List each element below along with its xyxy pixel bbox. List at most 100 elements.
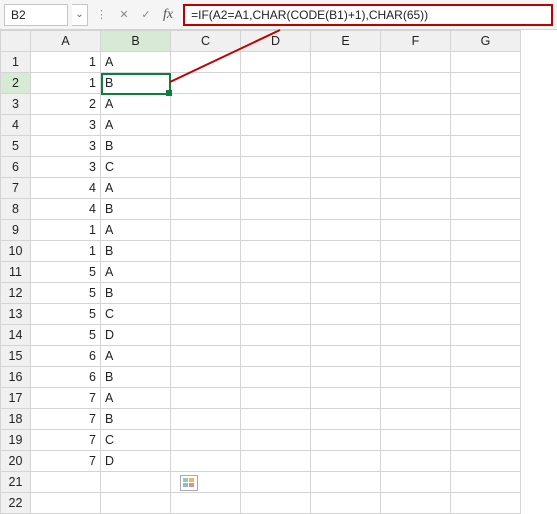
name-box[interactable]: B2 — [4, 4, 68, 26]
cell-B8[interactable]: B — [101, 199, 171, 220]
row-head-20[interactable]: 20 — [1, 451, 31, 472]
cell-B16[interactable]: B — [101, 367, 171, 388]
cell-A19[interactable]: 7 — [31, 430, 101, 451]
cell-G19[interactable] — [451, 430, 521, 451]
cell-G4[interactable] — [451, 115, 521, 136]
cell-C5[interactable] — [171, 136, 241, 157]
row-head-6[interactable]: 6 — [1, 157, 31, 178]
cell-G1[interactable] — [451, 52, 521, 73]
cell-E17[interactable] — [311, 388, 381, 409]
cell-G22[interactable] — [451, 493, 521, 514]
row-head-19[interactable]: 19 — [1, 430, 31, 451]
cell-D16[interactable] — [241, 367, 311, 388]
cell-A15[interactable]: 6 — [31, 346, 101, 367]
cell-A3[interactable]: 2 — [31, 94, 101, 115]
cell-G21[interactable] — [451, 472, 521, 493]
cell-G5[interactable] — [451, 136, 521, 157]
cell-F21[interactable] — [381, 472, 451, 493]
row-head-9[interactable]: 9 — [1, 220, 31, 241]
cell-A2[interactable]: 1 — [31, 73, 101, 94]
cell-F2[interactable] — [381, 73, 451, 94]
cell-A7[interactable]: 4 — [31, 178, 101, 199]
cell-G9[interactable] — [451, 220, 521, 241]
cell-E22[interactable] — [311, 493, 381, 514]
cell-C19[interactable] — [171, 430, 241, 451]
cell-D15[interactable] — [241, 346, 311, 367]
cell-E13[interactable] — [311, 304, 381, 325]
row-head-18[interactable]: 18 — [1, 409, 31, 430]
cell-F10[interactable] — [381, 241, 451, 262]
cell-G2[interactable] — [451, 73, 521, 94]
cell-A5[interactable]: 3 — [31, 136, 101, 157]
fx-icon[interactable]: fx — [163, 7, 173, 23]
cell-C12[interactable] — [171, 283, 241, 304]
col-head-A[interactable]: A — [31, 31, 101, 52]
cell-D14[interactable] — [241, 325, 311, 346]
row-head-4[interactable]: 4 — [1, 115, 31, 136]
cell-F16[interactable] — [381, 367, 451, 388]
cell-C6[interactable] — [171, 157, 241, 178]
cell-B12[interactable]: B — [101, 283, 171, 304]
col-head-E[interactable]: E — [311, 31, 381, 52]
cell-C18[interactable] — [171, 409, 241, 430]
row-head-3[interactable]: 3 — [1, 94, 31, 115]
cell-G8[interactable] — [451, 199, 521, 220]
cell-F13[interactable] — [381, 304, 451, 325]
cell-F4[interactable] — [381, 115, 451, 136]
cell-A9[interactable]: 1 — [31, 220, 101, 241]
cell-A17[interactable]: 7 — [31, 388, 101, 409]
cell-B17[interactable]: A — [101, 388, 171, 409]
cell-G3[interactable] — [451, 94, 521, 115]
cell-F15[interactable] — [381, 346, 451, 367]
cell-A16[interactable]: 6 — [31, 367, 101, 388]
row-head-14[interactable]: 14 — [1, 325, 31, 346]
row-head-13[interactable]: 13 — [1, 304, 31, 325]
cell-B20[interactable]: D — [101, 451, 171, 472]
cell-C22[interactable] — [171, 493, 241, 514]
cell-F1[interactable] — [381, 52, 451, 73]
cell-E4[interactable] — [311, 115, 381, 136]
cell-G6[interactable] — [451, 157, 521, 178]
cell-D6[interactable] — [241, 157, 311, 178]
cell-E10[interactable] — [311, 241, 381, 262]
cell-E7[interactable] — [311, 178, 381, 199]
cell-F8[interactable] — [381, 199, 451, 220]
cell-F14[interactable] — [381, 325, 451, 346]
row-head-8[interactable]: 8 — [1, 199, 31, 220]
cell-C17[interactable] — [171, 388, 241, 409]
cell-B22[interactable] — [101, 493, 171, 514]
cell-B21[interactable] — [101, 472, 171, 493]
cell-D17[interactable] — [241, 388, 311, 409]
col-head-B[interactable]: B — [101, 31, 171, 52]
cell-B9[interactable]: A — [101, 220, 171, 241]
row-head-7[interactable]: 7 — [1, 178, 31, 199]
cell-E14[interactable] — [311, 325, 381, 346]
cell-F9[interactable] — [381, 220, 451, 241]
cell-A14[interactable]: 5 — [31, 325, 101, 346]
cell-G12[interactable] — [451, 283, 521, 304]
cell-G14[interactable] — [451, 325, 521, 346]
cell-E21[interactable] — [311, 472, 381, 493]
cell-E9[interactable] — [311, 220, 381, 241]
cell-A11[interactable]: 5 — [31, 262, 101, 283]
cell-C16[interactable] — [171, 367, 241, 388]
cell-F19[interactable] — [381, 430, 451, 451]
col-head-D[interactable]: D — [241, 31, 311, 52]
row-head-16[interactable]: 16 — [1, 367, 31, 388]
cell-E20[interactable] — [311, 451, 381, 472]
row-head-17[interactable]: 17 — [1, 388, 31, 409]
cell-C10[interactable] — [171, 241, 241, 262]
cell-D18[interactable] — [241, 409, 311, 430]
cell-B11[interactable]: A — [101, 262, 171, 283]
cell-B7[interactable]: A — [101, 178, 171, 199]
col-head-G[interactable]: G — [451, 31, 521, 52]
cell-C20[interactable] — [171, 451, 241, 472]
cell-A8[interactable]: 4 — [31, 199, 101, 220]
cell-E1[interactable] — [311, 52, 381, 73]
cell-F6[interactable] — [381, 157, 451, 178]
cell-G11[interactable] — [451, 262, 521, 283]
cell-B19[interactable]: C — [101, 430, 171, 451]
row-head-12[interactable]: 12 — [1, 283, 31, 304]
cell-D20[interactable] — [241, 451, 311, 472]
cell-E12[interactable] — [311, 283, 381, 304]
